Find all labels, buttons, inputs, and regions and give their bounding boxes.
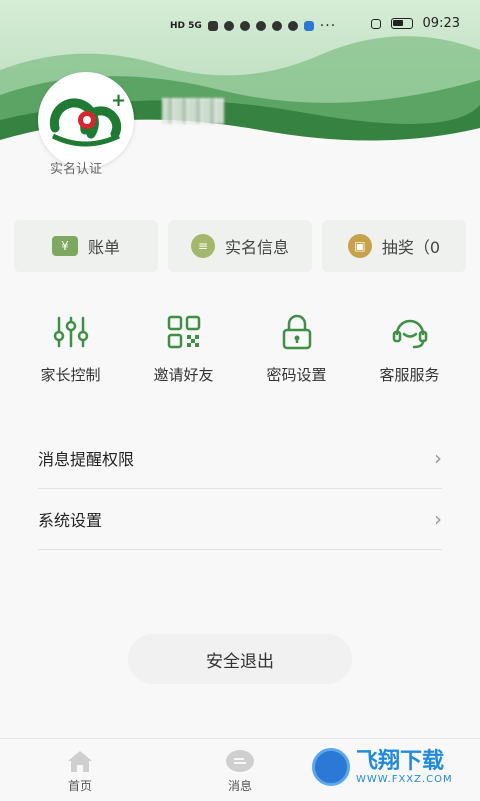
- status-icons-right: 09:23: [370, 16, 460, 31]
- more-notifications: ···: [319, 18, 337, 34]
- watermark-url: WWW.FXXZ.COM: [356, 773, 453, 785]
- logout-button[interactable]: 安全退出: [128, 634, 352, 684]
- bill-icon: ¥: [51, 236, 78, 256]
- chevron-right-icon: ›: [434, 446, 442, 470]
- nfc-icon: [370, 18, 381, 29]
- setting-label: 消息提醒权限: [38, 450, 135, 469]
- invite-friends-label: 邀请好友: [153, 366, 214, 384]
- tab-home[interactable]: 首页: [0, 739, 160, 801]
- lottery-button[interactable]: ▣ 抽奖（0: [322, 220, 466, 272]
- sliders-icon: [53, 316, 88, 348]
- qr-code-icon: [167, 315, 200, 349]
- real-name-info-label: 实名信息: [224, 238, 289, 257]
- watermark-logo-icon: [312, 748, 350, 786]
- qq-icon: [271, 21, 282, 31]
- network-label: HD 5G: [170, 21, 202, 31]
- avatar[interactable]: +: [38, 72, 134, 168]
- svg-text:+: +: [111, 90, 126, 111]
- parental-control-label: 家长控制: [40, 366, 101, 384]
- username-obscured: [162, 98, 224, 124]
- watermark: 飞翔下载 WWW.FXXZ.COM: [312, 742, 472, 792]
- status-icons-left: HD 5G ···: [170, 18, 336, 34]
- status-time: 09:23: [422, 16, 460, 31]
- real-name-info-button[interactable]: ≡ 实名信息: [168, 220, 312, 272]
- lock-icon: [282, 314, 311, 350]
- watermark-title: 飞翔下载: [356, 748, 445, 774]
- tab-messages-label: 消息: [227, 779, 252, 793]
- setting-label: 系统设置: [38, 511, 103, 530]
- tab-home-label: 首页: [67, 779, 92, 793]
- tab-messages[interactable]: 消息: [160, 739, 320, 801]
- password-settings-button[interactable]: 密码设置: [240, 312, 353, 385]
- status-bar: HD 5G ··· 09:23: [0, 0, 480, 52]
- gift-icon: ▣: [347, 234, 372, 258]
- verify-status-label[interactable]: 实名认证: [50, 158, 102, 177]
- feature-grid: 家长控制 邀请好友 密码设置 客服服务: [14, 312, 466, 385]
- chevron-right-icon: ›: [434, 507, 442, 531]
- parental-control-button[interactable]: 家长控制: [14, 312, 127, 385]
- customer-service-label: 客服服务: [379, 366, 440, 384]
- app-notification-icon: [255, 21, 266, 31]
- settings-list: 消息提醒权限 › 系统设置 ›: [38, 428, 442, 550]
- quick-actions-bar: ¥ 账单 ≡ 实名信息 ▣ 抽奖（0: [14, 220, 466, 272]
- setting-system-settings[interactable]: 系统设置 ›: [38, 489, 442, 550]
- lottery-label: 抽奖（0: [381, 238, 441, 257]
- invite-friends-button[interactable]: 邀请好友: [127, 312, 240, 385]
- chat-notification-icon: [239, 21, 250, 31]
- watermark-text: 飞翔下载 WWW.FXXZ.COM: [356, 748, 453, 785]
- message-icon: [224, 749, 256, 773]
- shield-notification-icon: [303, 21, 314, 31]
- password-settings-label: 密码设置: [266, 366, 327, 384]
- bill-label: 账单: [87, 238, 120, 257]
- customer-service-button[interactable]: 客服服务: [353, 312, 466, 385]
- logo-icon: +: [49, 90, 126, 147]
- headset-icon: [392, 319, 427, 349]
- bill-button[interactable]: ¥ 账单: [14, 220, 158, 272]
- home-icon: [64, 749, 96, 773]
- eye-icon: [287, 21, 298, 31]
- signal-icon: [207, 21, 218, 31]
- battery-icon: [390, 18, 413, 29]
- id-card-icon: ≡: [190, 234, 215, 258]
- setting-notification-permission[interactable]: 消息提醒权限 ›: [38, 428, 442, 489]
- wifi-icon: [223, 21, 234, 31]
